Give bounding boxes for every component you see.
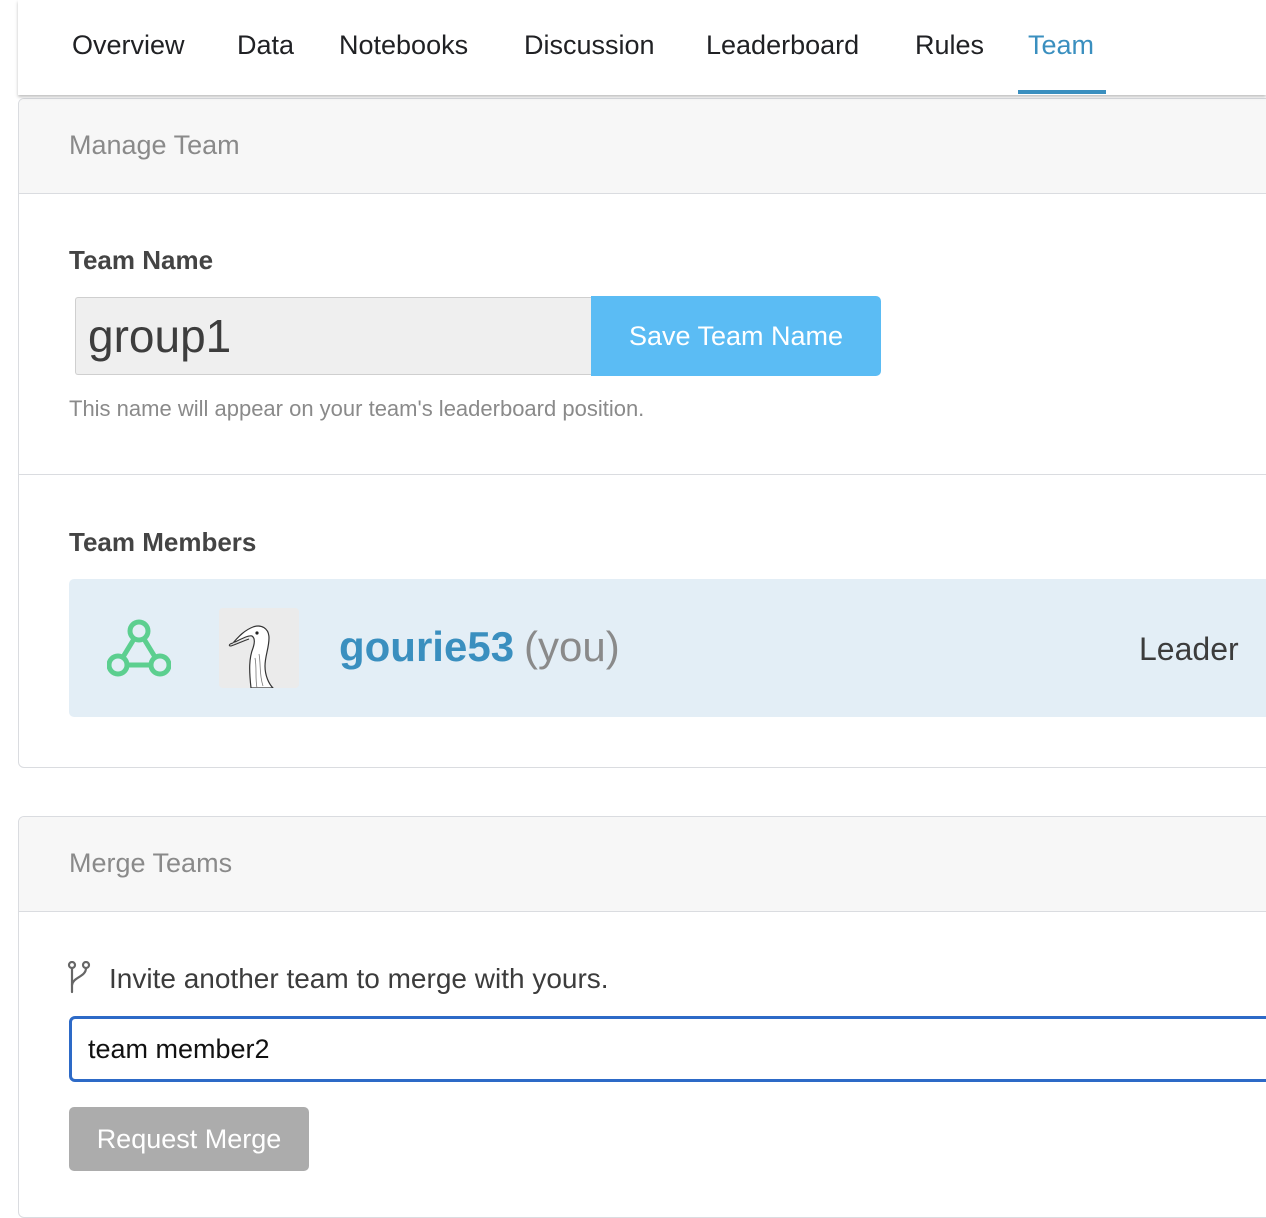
tab-discussion[interactable]: Discussion — [524, 30, 655, 61]
merge-team-input[interactable] — [69, 1016, 1266, 1082]
merge-teams-header: Merge Teams — [19, 817, 1266, 912]
competition-tab-bar: Overview Data Notebooks Discussion Leade… — [18, 0, 1266, 95]
team-name-hint: This name will appear on your team's lea… — [69, 396, 645, 421]
invite-merge-label: Invite another team to merge with yours. — [109, 963, 609, 994]
manage-team-title: Manage Team — [69, 130, 240, 160]
manage-team-header: Manage Team — [19, 99, 1266, 194]
team-members-label: Team Members — [69, 527, 257, 557]
request-merge-button[interactable]: Request Merge — [69, 1107, 309, 1171]
tab-notebooks[interactable]: Notebooks — [339, 30, 468, 61]
save-team-name-button[interactable]: Save Team Name — [591, 296, 881, 376]
active-tab-indicator — [1018, 90, 1106, 94]
team-name-label: Team Name — [69, 245, 214, 275]
team-member-row: gourie53 (you) Leader — [69, 579, 1266, 717]
merge-icon — [67, 960, 91, 1000]
team-name-input[interactable]: group1 — [75, 297, 591, 375]
member-role: Leader — [1139, 631, 1239, 667]
tab-data[interactable]: Data — [237, 30, 294, 61]
contributor-tier-icon — [106, 619, 172, 684]
merge-teams-title: Merge Teams — [69, 848, 233, 878]
member-username-link[interactable]: gourie53 — [339, 623, 514, 671]
section-divider — [19, 474, 1266, 475]
manage-team-card: Manage Team Team Name group1 Save Team N… — [18, 98, 1266, 768]
tab-rules[interactable]: Rules — [915, 30, 984, 61]
tab-overview[interactable]: Overview — [72, 30, 185, 61]
merge-teams-card: Merge Teams Invite another team to merge… — [18, 816, 1266, 1218]
tab-leaderboard[interactable]: Leaderboard — [706, 30, 859, 61]
you-marker: (you) — [524, 623, 620, 670]
tab-team[interactable]: Team — [1028, 30, 1094, 61]
goose-avatar[interactable] — [219, 608, 299, 688]
